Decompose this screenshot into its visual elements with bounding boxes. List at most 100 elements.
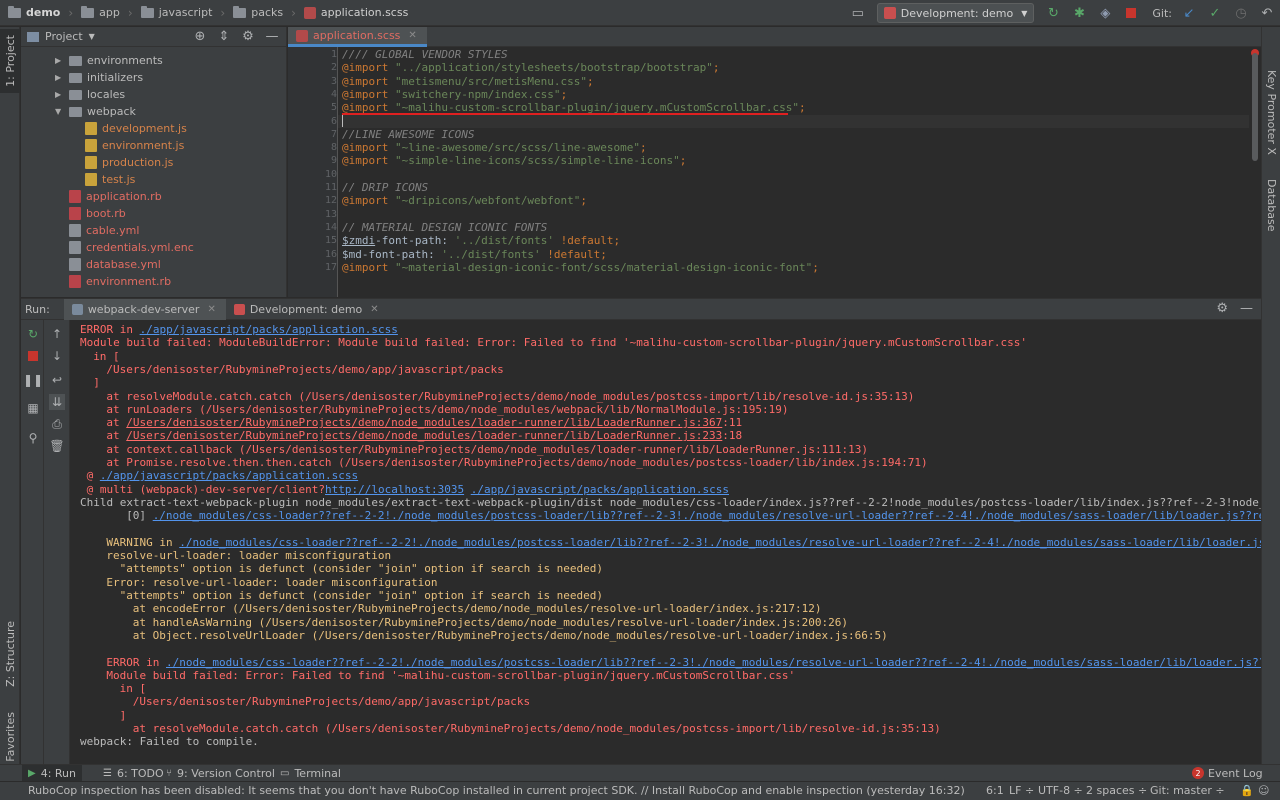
console-link[interactable]: ./app/javascript/packs/application.scss [100, 469, 358, 482]
collapse-all-icon[interactable]: ⇕ [216, 29, 232, 44]
close-icon[interactable]: ✕ [207, 304, 215, 315]
layout-icon[interactable]: ▦ [25, 400, 41, 416]
gear-icon[interactable]: ⚙ [1216, 301, 1228, 316]
console-text: /Users/denisoster/RubymineProjects/demo/… [132, 695, 531, 709]
chevron-down-icon[interactable]: ▼ [55, 107, 65, 116]
indent-select[interactable]: 2 spaces ÷ [1086, 784, 1147, 797]
tool-tab-key-promoter[interactable]: Key Promoter X [1262, 67, 1280, 157]
console-text: /Users/denisoster/RubymineProjects/demo/… [106, 362, 504, 376]
console-link[interactable]: ./node_modules/css-loader??ref--2-2!./no… [166, 656, 1261, 669]
tree-item[interactable]: cable.yml [55, 222, 139, 239]
pause-icon[interactable]: ❚❚ [23, 372, 43, 388]
console-toolbar: ↑ ↓ ↩ ⇊ ⎙ 🗑 [44, 320, 70, 764]
chevron-right-icon[interactable]: ▶ [55, 73, 65, 82]
caret-position[interactable]: 6:1 [986, 784, 1004, 797]
tool-tab-project[interactable]: 1: Project [0, 29, 20, 93]
console-text: "attempts" option is defunct (consider "… [119, 562, 604, 576]
console-link[interactable]: ./app/javascript/packs/application.scss [471, 483, 729, 496]
run-coverage-icon[interactable]: ◈ [1097, 5, 1113, 21]
tool-tab-terminal[interactable]: ▭ Terminal [274, 765, 347, 781]
chevron-right-icon[interactable]: ▶ [55, 56, 65, 65]
locate-icon[interactable]: ⊕ [192, 29, 208, 44]
run-configuration-select[interactable]: Development: demo ▼ [876, 3, 1035, 23]
breadcrumb-application-scss[interactable]: application.scss [296, 0, 408, 26]
scroll-to-end-icon[interactable]: ⇊ [49, 394, 65, 410]
tool-tab-version-control[interactable]: ⑂ 9: Version Control [160, 765, 281, 781]
close-icon[interactable]: ✕ [370, 304, 378, 315]
inspector-icon[interactable]: ☺ [1258, 784, 1269, 797]
tool-tab-structure[interactable]: Z: Structure [0, 621, 20, 687]
tree-item[interactable]: environment.js [71, 137, 184, 154]
close-icon[interactable]: ✕ [408, 30, 416, 41]
tree-item[interactable]: ▶ locales [55, 86, 125, 103]
tree-item[interactable]: test.js [71, 171, 135, 188]
console-link[interactable]: ./app/javascript/packs/application.scss [140, 323, 398, 336]
tool-tab-database[interactable]: Database [1262, 175, 1280, 235]
gear-icon[interactable]: ⚙ [240, 29, 256, 44]
rerun-icon[interactable]: ↻ [1045, 5, 1061, 21]
debug-bug-icon[interactable]: ✱ [1071, 5, 1087, 21]
console-link[interactable]: http://localhost:3035 [325, 483, 464, 496]
breadcrumb-app[interactable]: app › [73, 0, 133, 26]
tree-item[interactable]: ▼ webpack [55, 103, 136, 120]
vcs-update-icon[interactable]: ↙ [1181, 5, 1197, 21]
console-text: at resolveModule.catch.catch (/Users/den… [132, 722, 941, 735]
run-console-output[interactable]: ERROR in ./app/javascript/packs/applicat… [70, 320, 1261, 764]
tree-item-label: development.js [102, 122, 187, 135]
terminal-window-icon[interactable]: ▭ [850, 5, 866, 21]
vcs-commit-icon[interactable]: ✓ [1207, 5, 1223, 21]
console-link[interactable]: ./node_modules/css-loader??ref--2-2!./no… [153, 509, 1261, 522]
run-tab-webpack-dev-server[interactable]: webpack-dev-server ✕ [63, 298, 226, 320]
vcs-history-icon[interactable]: ◷ [1233, 5, 1249, 21]
console-link[interactable]: ./node_modules/css-loader??ref--2-2!./no… [179, 536, 1261, 549]
tool-tab-event-log[interactable]: 2 Event Log [1186, 765, 1269, 781]
console-line: webpack: Failed to compile. [80, 735, 259, 748]
code-area[interactable]: //// GLOBAL VENDOR STYLES @import "../app… [338, 47, 1249, 297]
rb-file-icon [69, 207, 81, 220]
tree-item[interactable]: ▶ environments [55, 52, 163, 69]
encoding-select[interactable]: UTF-8 ÷ [1038, 784, 1083, 797]
chevron-down-icon[interactable]: ▼ [89, 32, 95, 41]
tree-item[interactable]: development.js [71, 120, 187, 137]
line-separator-select[interactable]: LF ÷ [1009, 784, 1034, 797]
arrow-down-icon[interactable]: ↓ [49, 348, 65, 364]
stop-icon[interactable] [1123, 5, 1139, 21]
code-token: @import [342, 154, 395, 168]
breadcrumb-demo[interactable]: demo › [0, 0, 73, 26]
line-number: 9 [330, 155, 337, 167]
stop-icon[interactable] [25, 348, 41, 364]
breadcrumb-javascript[interactable]: javascript › [133, 0, 225, 26]
chevron-right-icon[interactable]: ▶ [55, 90, 65, 99]
tree-item[interactable]: production.js [71, 154, 173, 171]
soft-wrap-icon[interactable]: ↩ [49, 372, 65, 388]
code-editor[interactable]: 1 2 3 4 5 6 7 8 9 10 11 12 13 14 15 16 17 //// GLOBAL VE… [288, 47, 1261, 297]
scrollbar-thumb[interactable] [1252, 53, 1258, 161]
tree-item[interactable]: database.yml [55, 256, 161, 273]
pin-icon[interactable]: ⚲ [25, 430, 41, 446]
project-view-select[interactable]: Project [45, 30, 83, 43]
arrow-up-icon[interactable]: ↑ [49, 326, 65, 342]
git-branch-select[interactable]: Git: master ÷ [1150, 784, 1225, 797]
breadcrumb-packs[interactable]: packs › [225, 0, 296, 26]
right-tool-strip: Key Promoter X Database [1261, 27, 1280, 779]
tool-tab-todo[interactable]: ☰ 6: TODO [97, 765, 170, 781]
vcs-revert-icon[interactable]: ↶ [1259, 5, 1275, 21]
tree-item[interactable]: environment.rb [55, 273, 171, 290]
tree-item[interactable]: credentials.yml.enc [55, 239, 194, 256]
rerun-icon[interactable]: ↻ [25, 326, 41, 342]
tree-item[interactable]: boot.rb [55, 205, 126, 222]
editor-tab-application-scss[interactable]: application.scss ✕ [288, 27, 427, 47]
code-token: ; [580, 194, 588, 208]
console-text: ] [119, 708, 127, 722]
print-icon[interactable]: ⎙ [49, 416, 65, 432]
editor-scrollbar[interactable] [1249, 47, 1261, 297]
tree-item[interactable]: ▶ initializers [55, 69, 143, 86]
lock-icon[interactable]: 🔒 [1240, 784, 1254, 797]
trash-icon[interactable]: 🗑 [49, 438, 65, 454]
tree-item[interactable]: application.rb [55, 188, 162, 205]
status-message[interactable]: RuboCop inspection has been disabled: It… [28, 784, 965, 797]
tool-tab-run[interactable]: ▶ 4: Run [22, 765, 82, 781]
hide-icon[interactable]: — [1240, 301, 1253, 316]
run-tab-development-demo[interactable]: Development: demo ✕ [226, 299, 389, 320]
hide-icon[interactable]: — [264, 29, 280, 44]
